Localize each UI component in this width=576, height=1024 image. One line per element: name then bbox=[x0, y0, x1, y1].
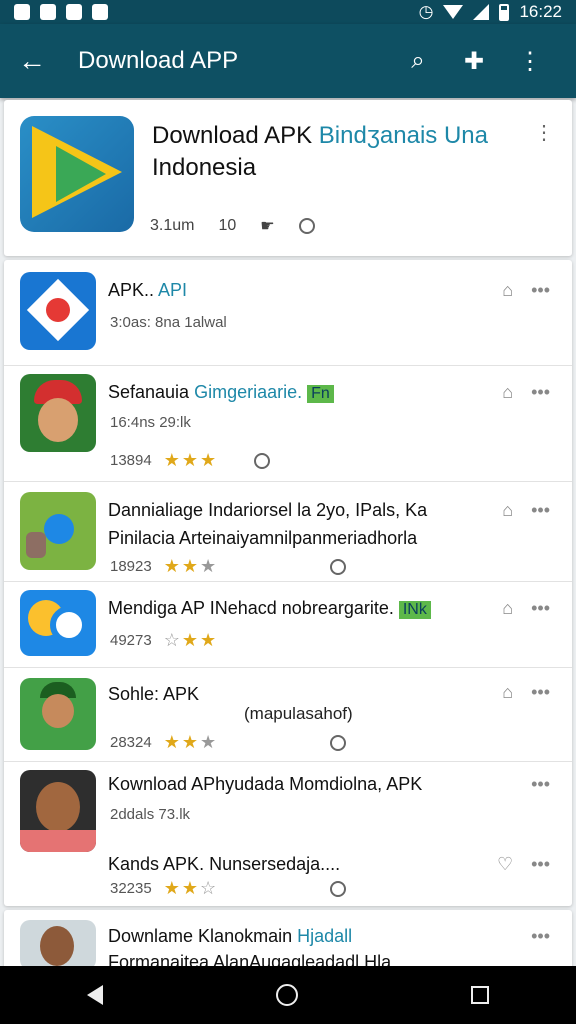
list-item[interactable]: Downlame Klanokmain Hjadall Formanaitea … bbox=[4, 910, 572, 972]
pin-icon[interactable]: ✚ bbox=[446, 47, 502, 76]
list-item[interactable]: Kownload APhyudada Momdiolna, APK 2ddals… bbox=[4, 762, 572, 906]
featured-title: Download APK Bindʒanais Una Indonesia bbox=[152, 122, 488, 181]
page-title: Download APP bbox=[78, 47, 239, 74]
app-bar: ← Download APP ⌕ ✚ ⋮ bbox=[0, 24, 576, 98]
info-icon bbox=[254, 452, 271, 469]
item-actions: ⌂ ••• bbox=[502, 598, 550, 619]
list-item[interactable]: Dannialiage Indariorsel la 2yo, IPals, K… bbox=[4, 482, 572, 582]
item-sub: (mapulasahof) bbox=[244, 704, 353, 723]
notification-icon bbox=[14, 4, 30, 20]
list-item[interactable]: Sefanauia Gimgeriaarie. Fn 16:4ns 29:lk … bbox=[4, 366, 572, 482]
info-icon bbox=[330, 558, 347, 575]
item-actions-2: ♡ ••• bbox=[497, 854, 550, 875]
home-icon[interactable]: ⌂ bbox=[502, 598, 513, 619]
notification-icon bbox=[92, 4, 108, 20]
item-title: Mendiga AP INehacd nobreargarite. INk bbox=[108, 598, 431, 619]
home-icon[interactable]: ⌂ bbox=[502, 500, 513, 521]
more-horiz-icon[interactable]: ••• bbox=[531, 382, 550, 403]
recents-nav-icon[interactable] bbox=[471, 986, 490, 1004]
maps-app-icon bbox=[20, 590, 96, 656]
heart-icon[interactable]: ♡ bbox=[497, 854, 513, 875]
more-horiz-icon[interactable]: ••• bbox=[531, 500, 550, 521]
item-actions: ⌂ ••• bbox=[502, 280, 550, 301]
item-meta: 28324 ★★★ bbox=[110, 732, 347, 753]
back-nav-icon[interactable] bbox=[86, 985, 103, 1005]
item-meta: 49273 ☆★★ bbox=[110, 630, 219, 650]
more-vert-icon[interactable]: ⋮ bbox=[502, 47, 558, 76]
item-title: Downlame Klanokmain Hjadall bbox=[108, 926, 353, 946]
item-sub: 3:0as: 8na 1alwal bbox=[110, 314, 227, 331]
arrow-left-icon[interactable]: ← bbox=[18, 45, 58, 77]
rating-stars: ★★★ bbox=[163, 556, 219, 576]
signal-icon bbox=[473, 4, 490, 20]
portrait-app-icon bbox=[20, 920, 96, 970]
battery-icon bbox=[499, 3, 510, 21]
wifi-icon bbox=[443, 5, 464, 19]
thumbs-icon: ☛ bbox=[260, 218, 275, 235]
featured-meta: 3.1um 10 ☛ bbox=[150, 216, 315, 236]
rating-stars: ★★★ bbox=[163, 732, 219, 752]
item-title-2: Pinilacia Arteinaiyamnilpanmeriadhorla bbox=[108, 528, 418, 548]
rating-stars: ★★☆ bbox=[163, 878, 219, 898]
item-actions: ⌂ ••• bbox=[502, 382, 550, 403]
item-actions: ⌂ ••• bbox=[502, 500, 550, 521]
item-title: Sohle: APK bbox=[108, 684, 200, 704]
more-horiz-icon[interactable]: ••• bbox=[531, 854, 550, 875]
portrait-app-icon bbox=[20, 770, 96, 852]
item-actions: ••• bbox=[531, 774, 550, 795]
character-app-icon bbox=[20, 374, 96, 452]
home-icon[interactable]: ⌂ bbox=[502, 280, 513, 301]
search-icon[interactable]: ⌕ bbox=[390, 47, 446, 75]
person-app-icon bbox=[20, 678, 96, 750]
notification-icons bbox=[14, 4, 108, 20]
gear-app-icon bbox=[20, 272, 96, 350]
rating-stars: ☆★★ bbox=[163, 630, 219, 650]
list-item[interactable]: APK.. API 3:0as: 8na 1alwal ⌂ ••• bbox=[4, 260, 572, 366]
list-item[interactable]: Mendiga AP INehacd nobreargarite. INk 49… bbox=[4, 582, 572, 668]
list-item[interactable]: Sohle: APK (mapulasahof) 28324 ★★★ ⌂ ••• bbox=[4, 668, 572, 762]
item-meta: 18923 ★★★ bbox=[110, 556, 347, 577]
item-meta: 32235 ★★☆ bbox=[110, 878, 347, 899]
item-title-2: Kands APK. Nunsersedaja.... bbox=[108, 854, 341, 874]
notification-icon bbox=[40, 4, 56, 20]
item-sub: 2ddals 73.lk bbox=[110, 806, 191, 823]
item-actions: ••• bbox=[531, 926, 550, 947]
system-icons: ◷ 16:22 bbox=[419, 2, 562, 22]
notification-icon bbox=[66, 4, 82, 20]
more-vert-icon[interactable]: ⋮ bbox=[534, 120, 554, 145]
info-icon bbox=[330, 880, 347, 897]
status-bar: ◷ 16:22 bbox=[0, 0, 576, 24]
info-icon bbox=[330, 734, 347, 751]
more-horiz-icon[interactable]: ••• bbox=[531, 598, 550, 619]
home-nav-icon[interactable] bbox=[275, 984, 298, 1006]
cartoon-app-icon bbox=[20, 492, 96, 570]
app-logo-icon bbox=[20, 116, 134, 232]
more-horiz-icon[interactable]: ••• bbox=[531, 774, 550, 795]
item-title: Dannialiage Indariorsel la 2yo, IPals, K… bbox=[108, 500, 428, 520]
home-icon[interactable]: ⌂ bbox=[502, 382, 513, 403]
app-list: APK.. API 3:0as: 8na 1alwal ⌂ ••• Sefanau… bbox=[4, 260, 572, 906]
system-nav-bar bbox=[0, 966, 576, 1024]
home-icon[interactable]: ⌂ bbox=[502, 682, 513, 703]
item-sub: 16:4ns 29:lk bbox=[110, 414, 191, 431]
item-title: Sefanauia Gimgeriaarie. Fn bbox=[108, 382, 334, 403]
more-horiz-icon[interactable]: ••• bbox=[531, 280, 550, 301]
clock: 16:22 bbox=[519, 2, 562, 21]
more-horiz-icon[interactable]: ••• bbox=[531, 926, 550, 947]
item-meta: 13894 ★★★ bbox=[110, 450, 271, 471]
alarm-icon: ◷ bbox=[418, 2, 434, 21]
info-icon bbox=[298, 218, 315, 234]
item-title: Kownload APhyudada Momdiolna, APK bbox=[108, 774, 423, 794]
item-title: APK.. API bbox=[108, 280, 188, 300]
featured-app-card[interactable]: Download APK Bindʒanais Una Indonesia 3.… bbox=[4, 100, 572, 256]
more-horiz-icon[interactable]: ••• bbox=[531, 682, 550, 703]
item-actions: ⌂ ••• bbox=[502, 682, 550, 703]
rating-stars: ★★★ bbox=[163, 450, 219, 470]
